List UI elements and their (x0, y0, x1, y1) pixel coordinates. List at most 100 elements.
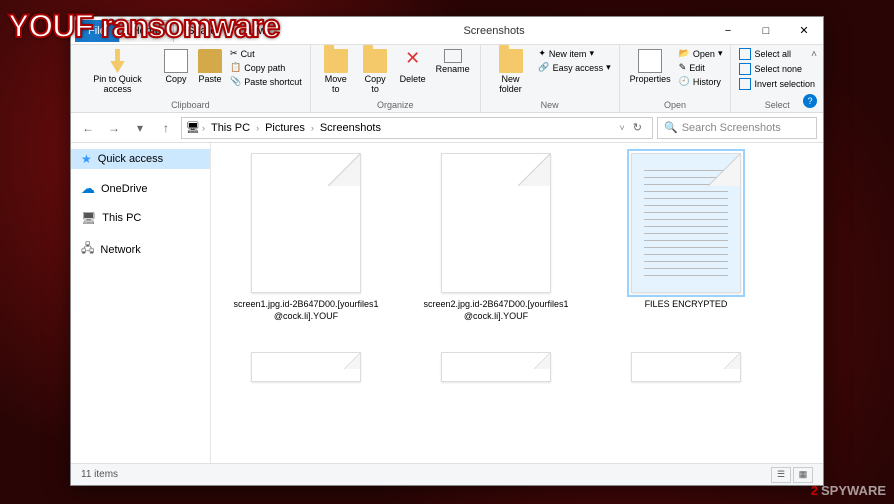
sidebar: ★ Quick access ☁ OneDrive 🖥 This PC 🖧 Ne… (71, 143, 211, 463)
copy-button[interactable]: Copy (160, 47, 192, 87)
copy-icon (164, 49, 188, 73)
item-count: 11 items (81, 469, 118, 480)
folder-icon (363, 49, 387, 73)
select-none-button[interactable]: Select none (737, 62, 817, 76)
ribbon: Pin to Quick access Copy Paste ✂Cut 📋Cop… (71, 45, 823, 113)
forward-button[interactable]: → (103, 117, 125, 139)
sidebar-item-onedrive[interactable]: ☁ OneDrive (71, 177, 210, 200)
new-icon: ✦ (538, 48, 546, 59)
up-button[interactable]: ↑ (155, 117, 177, 139)
chevron-right-icon: › (311, 123, 314, 133)
help-button[interactable]: ? (803, 94, 817, 108)
pin-quick-access-button[interactable]: Pin to Quick access (77, 47, 158, 97)
overlay-title: YOUF ransomware (8, 8, 279, 45)
access-icon: 🔗 (538, 62, 549, 73)
search-input[interactable]: 🔍 Search Screenshots (657, 117, 817, 139)
refresh-button[interactable]: ↻ (627, 121, 648, 134)
sidebar-item-this-pc[interactable]: 🖥 This PC (71, 208, 210, 228)
check-icon (739, 48, 751, 60)
network-icon: 🖧 (81, 239, 94, 260)
history-button[interactable]: 🕘History (677, 75, 725, 88)
paste-icon (198, 49, 222, 73)
breadcrumb-part[interactable]: Screenshots (316, 122, 385, 134)
chevron-right-icon: › (202, 123, 205, 133)
view-icons-button[interactable]: ▦ (793, 467, 813, 483)
path-icon: 📋 (230, 62, 241, 73)
maximize-button[interactable]: □ (747, 17, 785, 45)
file-item[interactable] (611, 352, 761, 382)
ribbon-group-label: Organize (317, 100, 474, 112)
folder-icon (499, 49, 523, 73)
ribbon-collapse-button[interactable]: ˄ (811, 49, 817, 60)
view-details-button[interactable]: ☰ (771, 467, 791, 483)
chevron-down-icon: ▾ (606, 62, 611, 73)
chevron-right-icon: › (256, 123, 259, 133)
check-icon (739, 78, 751, 90)
ribbon-group-label: New (487, 100, 613, 112)
explorer-window: File Home Share View Screenshots − □ ✕ P… (70, 16, 824, 486)
file-label: screen2.jpg.id-2B647D00.[yourfiles1@cock… (421, 299, 571, 322)
window-title: Screenshots (279, 25, 709, 37)
file-item[interactable] (421, 352, 571, 382)
new-item-button[interactable]: ✦New item▾ (536, 47, 612, 60)
file-item[interactable]: screen1.jpg.id-2B647D00.[yourfiles1@cock… (231, 153, 381, 322)
chevron-down-icon: ▾ (718, 48, 723, 59)
folder-icon (324, 49, 348, 73)
delete-button[interactable]: ✕ Delete (396, 47, 430, 87)
ribbon-group-label: Open (626, 100, 725, 112)
file-item[interactable] (231, 352, 381, 382)
copy-path-button[interactable]: 📋Copy path (228, 61, 304, 74)
sidebar-item-quick-access[interactable]: ★ Quick access (71, 149, 210, 169)
open-icon: 📂 (679, 48, 690, 59)
search-icon: 🔍 (664, 121, 678, 134)
history-icon: 🕘 (679, 76, 690, 87)
file-pane[interactable]: screen1.jpg.id-2B647D00.[yourfiles1@cock… (211, 143, 823, 463)
delete-icon: ✕ (401, 49, 425, 73)
edit-button[interactable]: ✎Edit (677, 61, 725, 74)
ribbon-group-label: Clipboard (77, 100, 304, 112)
new-folder-button[interactable]: New folder (487, 47, 535, 97)
paste-button[interactable]: Paste (194, 47, 226, 87)
chevron-down-icon: ▾ (589, 48, 594, 59)
properties-button[interactable]: Properties (626, 47, 675, 87)
sidebar-item-network[interactable]: 🖧 Network (71, 236, 210, 263)
close-button[interactable]: ✕ (785, 17, 823, 45)
cut-button[interactable]: ✂Cut (228, 47, 304, 60)
statusbar: 11 items ☰ ▦ (71, 463, 823, 485)
cut-icon: ✂ (230, 48, 238, 59)
breadcrumb-part[interactable]: This PC (207, 122, 254, 134)
star-icon: ★ (81, 152, 92, 166)
chevron-down-icon[interactable]: ˅ (620, 123, 625, 133)
breadcrumb-part[interactable]: Pictures (261, 122, 309, 134)
move-to-button[interactable]: Move to (317, 47, 355, 97)
pin-icon (106, 49, 130, 73)
breadcrumb[interactable]: 🖥 › This PC › Pictures › Screenshots ˅ ↻ (181, 117, 653, 139)
file-thumb (251, 153, 361, 293)
file-item[interactable]: FILES ENCRYPTED (611, 153, 761, 322)
paste-shortcut-button[interactable]: 📎Paste shortcut (228, 75, 304, 88)
minimize-button[interactable]: − (709, 17, 747, 45)
easy-access-button[interactable]: 🔗Easy access▾ (536, 61, 612, 74)
file-thumb (251, 352, 361, 382)
shortcut-icon: 📎 (230, 76, 241, 87)
check-icon (739, 63, 751, 75)
file-thumb (631, 153, 741, 293)
copy-to-button[interactable]: Copy to (357, 47, 394, 97)
properties-icon (638, 49, 662, 73)
file-thumb (441, 352, 551, 382)
file-item[interactable]: screen2.jpg.id-2B647D00.[yourfiles1@cock… (421, 153, 571, 322)
file-label: screen1.jpg.id-2B647D00.[yourfiles1@cock… (231, 299, 381, 322)
pc-icon: 🖥 (186, 121, 200, 134)
pc-icon: 🖥 (81, 211, 96, 225)
recent-button[interactable]: ▾ (129, 117, 151, 139)
select-all-button[interactable]: Select all (737, 47, 817, 61)
watermark: 2SPYWARE (811, 483, 886, 498)
invert-selection-button[interactable]: Invert selection (737, 77, 817, 91)
back-button[interactable]: ← (77, 117, 99, 139)
file-thumb (631, 352, 741, 382)
cloud-icon: ☁ (81, 180, 95, 197)
open-button[interactable]: 📂Open▾ (677, 47, 725, 60)
rename-icon (444, 49, 462, 63)
addressbar: ← → ▾ ↑ 🖥 › This PC › Pictures › Screens… (71, 113, 823, 143)
rename-button[interactable]: Rename (432, 47, 474, 77)
